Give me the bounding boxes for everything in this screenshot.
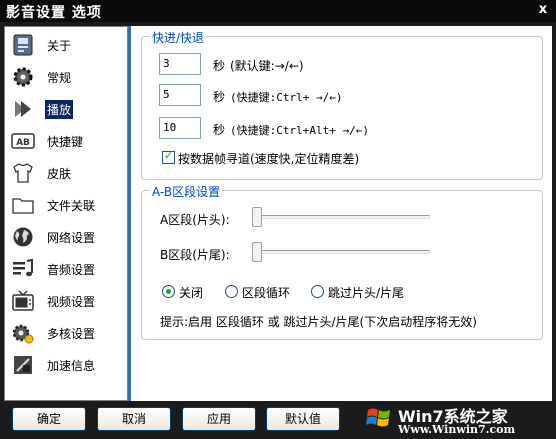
tv-icon bbox=[12, 290, 34, 311]
sidebar-item-multicore[interactable]: 多核设置 bbox=[9, 319, 125, 347]
sidebar-item-skin[interactable]: 皮肤 bbox=[9, 159, 125, 187]
button-bar: 确定 取消 应用 默认值 Win7系统之家 Www.Winwin7.com bbox=[0, 401, 556, 439]
info-icon bbox=[13, 34, 33, 56]
sidebar-item-network[interactable]: 网络设置 bbox=[9, 223, 125, 251]
cpu-gear-icon bbox=[12, 324, 34, 344]
b-segment-label: B区段(片尾): bbox=[160, 248, 230, 262]
seek-ctrl-unit: 秒 bbox=[213, 90, 226, 104]
sidebar-item-label: 皮肤 bbox=[47, 167, 72, 181]
radio-segment-loop[interactable] bbox=[225, 285, 238, 298]
accelerate-icon bbox=[14, 356, 32, 374]
globe-icon bbox=[13, 227, 33, 247]
seek-default-unit: 秒 bbox=[213, 59, 226, 73]
svg-text:AB: AB bbox=[16, 138, 30, 148]
play-icon bbox=[15, 101, 31, 117]
seek-group: 快进/快退 3 秒 (默认键:→/←) 5 秒 (快捷键:Ctrl+ →/←) … bbox=[141, 29, 543, 180]
sidebar-item-hotkeys[interactable]: AB 快捷键 bbox=[9, 127, 125, 155]
b-segment-slider-thumb[interactable] bbox=[252, 242, 262, 262]
apply-button[interactable]: 应用 bbox=[182, 407, 256, 431]
sidebar-item-file-association[interactable]: 文件关联 bbox=[9, 191, 125, 219]
tshirt-icon bbox=[13, 163, 33, 183]
sidebar: 关于 常规 播放 AB 快捷键 皮肤 文件关联 网络设置 音频设置 视频设置 多… bbox=[4, 26, 128, 401]
sidebar-item-label: 加速信息 bbox=[47, 359, 96, 373]
gear-icon bbox=[13, 67, 33, 87]
sidebar-item-label: 多核设置 bbox=[47, 327, 96, 341]
seek-default-seconds-input[interactable]: 3 bbox=[159, 53, 201, 75]
radio-off[interactable] bbox=[162, 285, 175, 298]
seek-ctrl-alt-seconds-input[interactable]: 10 bbox=[159, 117, 201, 139]
seek-default-hint: (默认键:→/←) bbox=[230, 59, 304, 73]
sidebar-item-playback[interactable]: 播放 bbox=[9, 95, 125, 123]
default-button[interactable]: 默认值 bbox=[266, 407, 340, 431]
ab-tip-text: 提示:启用 区段循环 或 跳过片头/片尾(下次启动程序将无效) bbox=[160, 315, 477, 329]
a-segment-label: A区段(片头): bbox=[160, 213, 230, 227]
radio-skip-head-tail[interactable] bbox=[311, 285, 324, 298]
sidebar-item-label: 常规 bbox=[47, 71, 72, 85]
seek-group-legend: 快进/快退 bbox=[150, 29, 207, 46]
a-segment-slider-track[interactable] bbox=[254, 215, 430, 219]
sidebar-item-label: 音频设置 bbox=[47, 263, 96, 277]
ab-group-legend: A-B区段设置 bbox=[150, 183, 223, 200]
radio-off-label: 关闭 bbox=[179, 286, 204, 300]
b-segment-slider-track[interactable] bbox=[254, 250, 430, 254]
sidebar-item-label: 播放 bbox=[45, 100, 74, 119]
sidebar-item-label: 快捷键 bbox=[47, 135, 84, 149]
cancel-button[interactable]: 取消 bbox=[97, 407, 171, 431]
a-segment-slider-thumb[interactable] bbox=[252, 207, 262, 227]
sidebar-item-video[interactable]: 视频设置 bbox=[9, 287, 125, 315]
sidebar-item-acceleration[interactable]: 加速信息 bbox=[9, 351, 125, 379]
frame-seek-label: 按数据帧寻道(速度快,定位精度差) bbox=[178, 152, 360, 166]
ab-group: A-B区段设置 A区段(片头): B区段(片尾): 关闭 区段循环 跳过片头/片… bbox=[141, 183, 543, 340]
sidebar-item-label: 网络设置 bbox=[47, 231, 96, 245]
settings-panel: 快进/快退 3 秒 (默认键:→/←) 5 秒 (快捷键:Ctrl+ →/←) … bbox=[131, 26, 552, 401]
frame-seek-checkbox[interactable] bbox=[162, 149, 175, 164]
sidebar-item-general[interactable]: 常规 bbox=[9, 63, 125, 91]
close-button[interactable]: x bbox=[536, 3, 550, 17]
seek-ctrl-hint: (快捷键:Ctrl+ →/←) bbox=[230, 91, 343, 104]
radio-skip-head-tail-label: 跳过片头/片尾 bbox=[328, 286, 405, 300]
sidebar-item-audio[interactable]: 音频设置 bbox=[9, 255, 125, 283]
window-title: 影音设置 选项 bbox=[6, 5, 102, 21]
ok-button[interactable]: 确定 bbox=[12, 407, 86, 431]
watermark-url: Www.Winwin7.com bbox=[398, 423, 516, 436]
seek-ctrl-alt-hint: (快捷键:Ctrl+Alt+ →/←) bbox=[230, 124, 369, 137]
seek-ctrl-seconds-input[interactable]: 5 bbox=[159, 84, 201, 106]
radio-segment-loop-label: 区段循环 bbox=[242, 286, 291, 300]
sidebar-item-label: 文件关联 bbox=[47, 199, 96, 213]
seek-ctrl-alt-unit: 秒 bbox=[213, 123, 226, 137]
audio-icon bbox=[13, 258, 33, 277]
title-bar: 影音设置 选项 x bbox=[0, 0, 556, 22]
sidebar-item-label: 视频设置 bbox=[47, 295, 96, 309]
sidebar-item-about[interactable]: 关于 bbox=[9, 31, 125, 59]
sidebar-item-label: 关于 bbox=[47, 39, 72, 53]
dialog-frame: 关于 常规 播放 AB 快捷键 皮肤 文件关联 网络设置 音频设置 视频设置 多… bbox=[0, 22, 556, 439]
windows-logo-icon bbox=[366, 408, 390, 427]
watermark: Win7系统之家 Www.Winwin7.com bbox=[362, 403, 552, 437]
folder-icon bbox=[12, 198, 34, 214]
keyboard-ab-icon: AB bbox=[11, 133, 35, 149]
